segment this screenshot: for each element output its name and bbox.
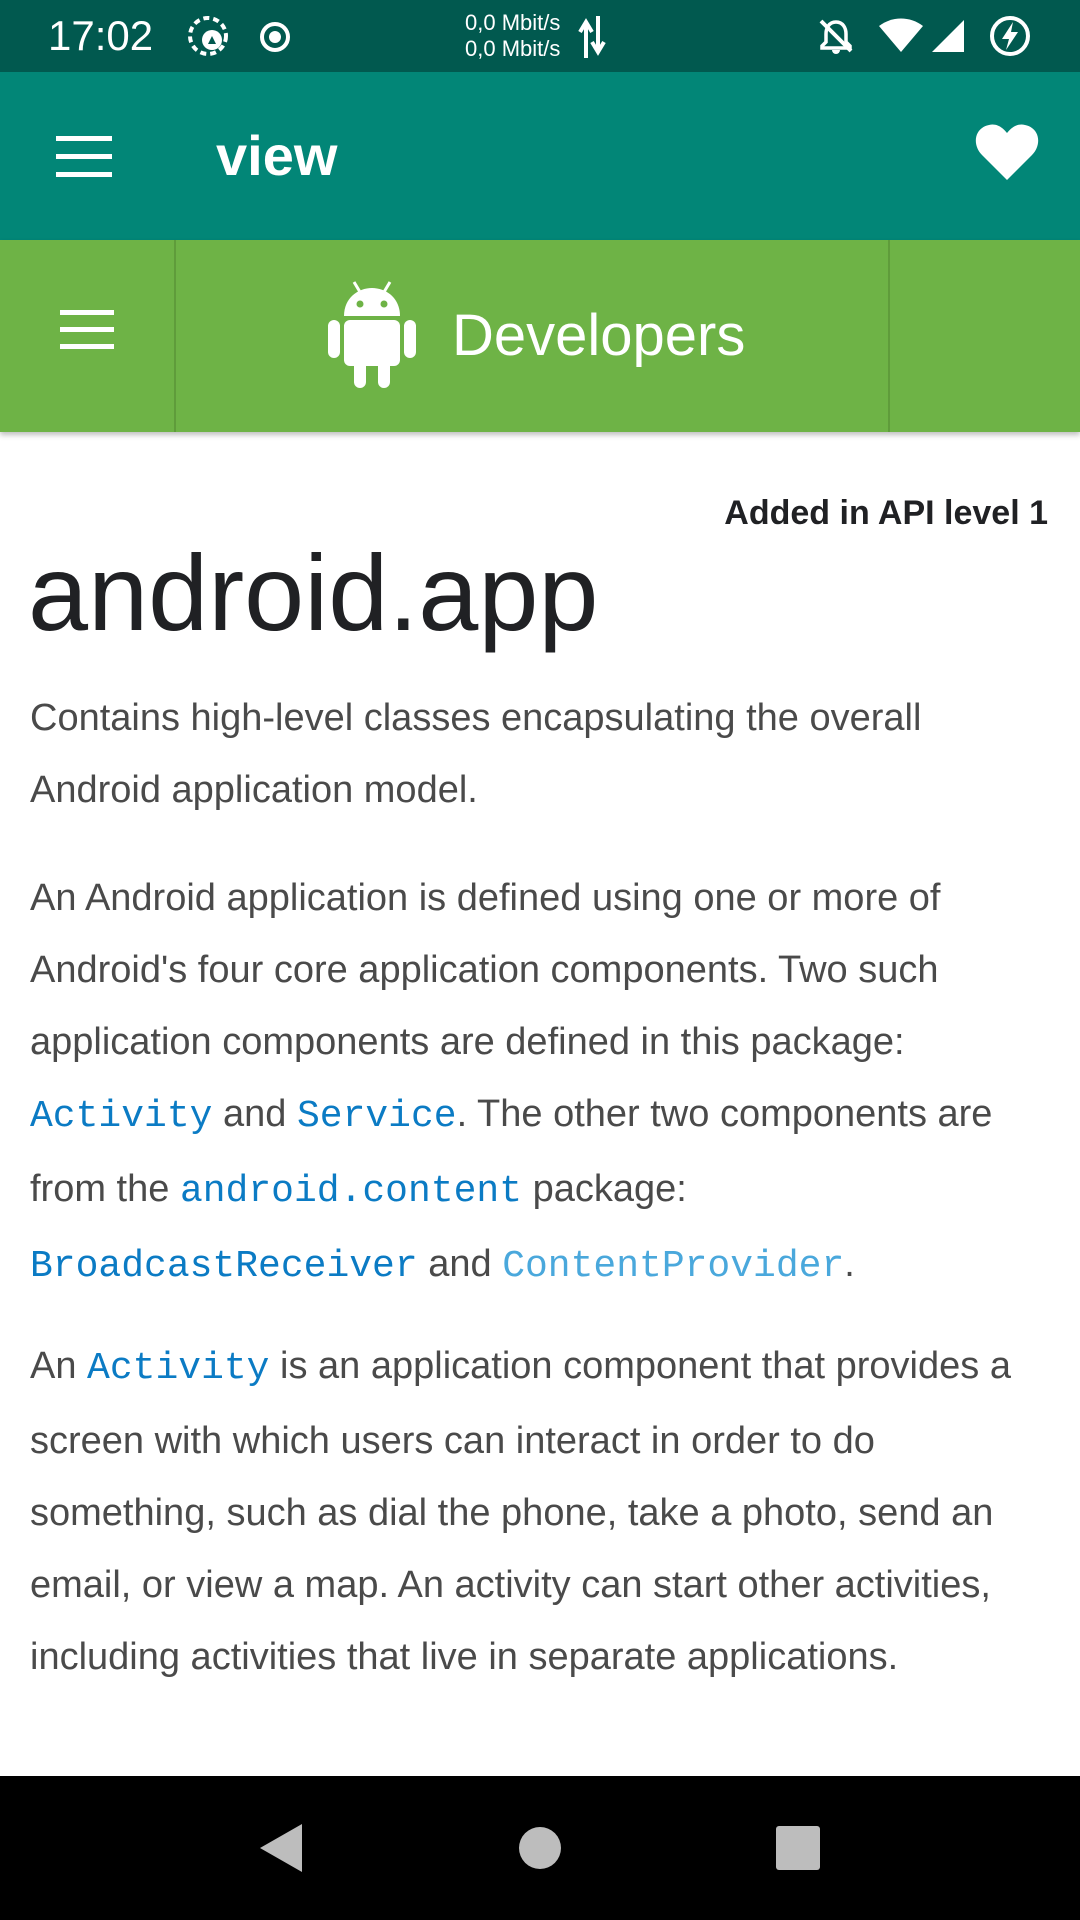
header-divider bbox=[888, 240, 890, 432]
broadcast-receiver-link[interactable]: BroadcastReceiver bbox=[30, 1245, 418, 1288]
net-speed-down: 0,0 Mbit/s bbox=[465, 36, 561, 61]
text: . bbox=[844, 1243, 855, 1285]
app-bar: view bbox=[0, 72, 1080, 240]
recents-square-icon[interactable] bbox=[728, 1776, 868, 1920]
content-provider-link[interactable]: ContentProvider bbox=[502, 1245, 844, 1288]
hamburger-menu-icon[interactable] bbox=[56, 136, 112, 183]
developers-title[interactable]: Developers bbox=[452, 302, 745, 370]
text: An bbox=[30, 1345, 88, 1387]
transfer-arrows-icon bbox=[578, 14, 606, 65]
net-speed-up: 0,0 Mbit/s bbox=[465, 10, 561, 35]
heart-icon[interactable] bbox=[974, 122, 1040, 187]
service-link[interactable]: Service bbox=[297, 1095, 457, 1138]
android-content-link[interactable]: android.content bbox=[180, 1170, 522, 1213]
android-robot-icon bbox=[326, 280, 418, 395]
activity-link[interactable]: Activity bbox=[30, 1095, 212, 1138]
header-divider bbox=[174, 240, 176, 432]
notifications-off-icon bbox=[816, 16, 856, 61]
text: package: bbox=[522, 1168, 687, 1210]
battery-charging-icon bbox=[988, 14, 1032, 63]
page-content: Added in API level 1 android.app Contain… bbox=[0, 432, 1080, 1776]
net-speed: 0,0 Mbit/s 0,0 Mbit/s bbox=[465, 10, 560, 62]
paragraph-components: An Android application is defined using … bbox=[30, 862, 1060, 1303]
record-icon bbox=[258, 20, 292, 59]
activity-link[interactable]: Activity bbox=[87, 1347, 269, 1390]
text: and bbox=[417, 1243, 503, 1285]
wifi-icon bbox=[878, 18, 924, 59]
text: is an application component that provide… bbox=[30, 1345, 1011, 1678]
developers-header: Developers bbox=[0, 240, 1080, 432]
app-title: view bbox=[216, 124, 338, 187]
navigation-bar bbox=[0, 1776, 1080, 1920]
api-level-label: Added in API level 1 bbox=[724, 494, 1048, 532]
home-circle-icon[interactable] bbox=[470, 1776, 610, 1920]
paragraph-intro: Contains high-level classes encapsulatin… bbox=[30, 697, 922, 811]
text: and bbox=[212, 1093, 297, 1135]
paragraph-activity: An Activity is an application component … bbox=[30, 1330, 1060, 1693]
hamburger-menu-icon[interactable] bbox=[60, 310, 114, 355]
back-triangle-icon[interactable] bbox=[210, 1776, 350, 1920]
signal-icon bbox=[930, 18, 966, 59]
data-saver-icon bbox=[186, 14, 230, 63]
status-bar: 17:02 0,0 Mbit/s 0,0 Mbit/s bbox=[0, 0, 1080, 72]
page-title: android.app bbox=[28, 532, 599, 653]
text: An Android application is defined using … bbox=[30, 877, 941, 1063]
status-time: 17:02 bbox=[48, 12, 154, 59]
